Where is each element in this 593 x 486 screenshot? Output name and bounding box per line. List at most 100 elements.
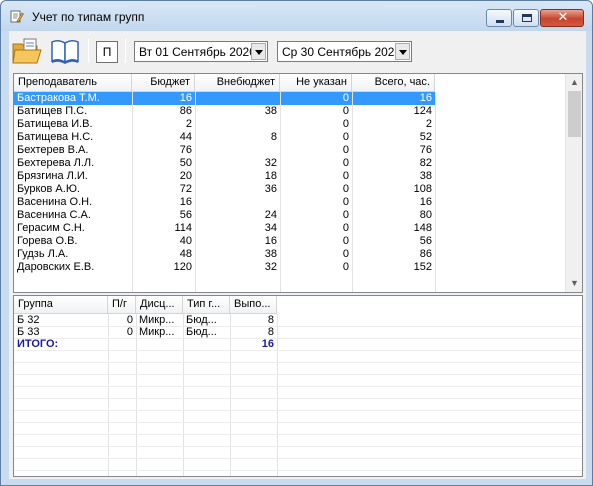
title-bar[interactable]: Учет по типам групп ✕	[1, 1, 592, 31]
groups-table[interactable]: Группа П/г Дисц... Тип г... Выпо... Б 32…	[13, 295, 583, 477]
toolbar: П Вт 01 Сентябрь 2020 Ср 30 Сентябрь 202…	[9, 31, 586, 71]
column-header-unspecified[interactable]: Не указан	[280, 74, 352, 92]
column-header-subgroup[interactable]: П/г	[108, 296, 136, 314]
column-header-group-type[interactable]: Тип г...	[183, 296, 230, 314]
scroll-up-icon[interactable]: ▲	[566, 74, 583, 91]
table-row[interactable]: Батищев П.С. 86 38 0 124	[14, 105, 435, 118]
table-row[interactable]: Батищева И.В. 2 0 2	[14, 118, 435, 131]
table-row[interactable]: Батищева Н.С. 44 8 0 52	[14, 131, 435, 144]
teacher-name: Васенина О.Н.	[17, 196, 93, 208]
offbudget-value	[195, 92, 280, 105]
table-row[interactable]: Герасим С.Н. 114 34 0 148	[14, 222, 435, 235]
teachers-scrollbar[interactable]: ▲ ▼	[565, 74, 582, 292]
scroll-down-icon[interactable]: ▼	[566, 275, 583, 292]
budget-value: 76	[179, 144, 192, 156]
date-from-select[interactable]: Вт 01 Сентябрь 2020	[134, 41, 268, 62]
grid-line	[14, 410, 582, 411]
book-icon[interactable]	[49, 36, 81, 66]
budget-value: 48	[179, 248, 192, 260]
toolbar-separator	[88, 39, 89, 63]
unspecified-value: 0	[342, 196, 349, 208]
unspecified-value: 0	[342, 209, 349, 221]
total-hours-value: 76	[419, 144, 432, 156]
close-button[interactable]: ✕	[540, 9, 584, 27]
column-header-budget[interactable]: Бюджет	[132, 74, 195, 92]
chevron-down-icon[interactable]	[251, 43, 266, 60]
column-header-completed[interactable]: Выпо...	[230, 296, 277, 314]
teacher-name: Бурков А.Ю.	[17, 183, 80, 195]
teacher-name: Бастракова Т.М.	[14, 92, 132, 105]
table-row[interactable]: Горева О.В. 40 16 0 56	[14, 235, 435, 248]
total-hours-value: 56	[419, 235, 432, 247]
teacher-name: Герасим С.Н.	[17, 222, 85, 234]
column-header-teacher[interactable]: Преподаватель	[14, 74, 132, 92]
grid-line	[14, 458, 582, 459]
offbudget-value: 16	[264, 235, 277, 247]
table-row[interactable]: Васенина С.А. 56 24 0 80	[14, 209, 435, 222]
budget-value: 16	[179, 196, 192, 208]
unspecified-value: 0	[342, 248, 349, 260]
total-hours-value: 82	[419, 157, 432, 169]
column-header-offbudget[interactable]: Внебюджет	[195, 74, 280, 92]
column-header-total-hours[interactable]: Всего, час.	[352, 74, 435, 92]
teacher-name: Бехтерев В.А.	[17, 144, 89, 156]
offbudget-value	[195, 144, 280, 157]
teachers-table[interactable]: Преподаватель Бюджет Внебюджет Не указан…	[13, 73, 583, 293]
date-from-value: Вт 01 Сентябрь 2020	[139, 45, 256, 59]
unspecified-value: 0	[342, 157, 349, 169]
budget-value: 86	[179, 105, 192, 117]
scroll-thumb[interactable]	[568, 91, 581, 137]
unspecified-value: 0	[342, 144, 349, 156]
column-header-discipline[interactable]: Дисц...	[136, 296, 183, 314]
table-row[interactable]: Бурков А.Ю. 72 36 0 108	[14, 183, 435, 196]
teacher-name: Васенина С.А.	[17, 209, 91, 221]
budget-value: 20	[179, 170, 192, 182]
grid-line	[14, 434, 582, 435]
table-row[interactable]: Васенина О.Н. 16 0 16	[14, 196, 435, 209]
budget-value: 16	[132, 92, 195, 105]
unspecified-value: 0	[342, 118, 349, 130]
total-hours-value: 108	[413, 183, 432, 195]
budget-value: 56	[179, 209, 192, 221]
table-row[interactable]: Бастракова Т.М. 16 0 16	[14, 92, 435, 105]
unspecified-value: 0	[342, 261, 349, 273]
offbudget-value: 38	[264, 105, 277, 117]
budget-value: 2	[185, 118, 192, 130]
grid-line	[352, 92, 353, 292]
unspecified-value: 0	[342, 222, 349, 234]
minimize-button[interactable]	[486, 9, 512, 27]
date-to-select[interactable]: Ср 30 Сентябрь 2020	[277, 41, 412, 62]
offbudget-value	[195, 196, 280, 209]
total-hours-value: 16	[352, 92, 435, 105]
offbudget-value: 8	[270, 131, 277, 143]
unspecified-value: 0	[342, 183, 349, 195]
folder-open-icon[interactable]	[11, 36, 43, 66]
unspecified-value: 0	[342, 235, 349, 247]
budget-value: 120	[173, 261, 192, 273]
teacher-name: Батищева И.В.	[17, 118, 93, 130]
total-hours-value: 2	[425, 118, 432, 130]
grid-line	[435, 92, 436, 292]
table-row[interactable]: Брязгина Л.И. 20 18 0 38	[14, 170, 435, 183]
grid-line	[14, 470, 582, 471]
total-hours-value: 38	[419, 170, 432, 182]
column-header-group[interactable]: Группа	[14, 296, 108, 314]
table-row[interactable]: Даровских Е.В. 120 32 0 152	[14, 261, 435, 274]
maximize-button[interactable]	[513, 9, 539, 27]
p-toggle-button[interactable]: П	[96, 41, 118, 63]
window-title: Учет по типам групп	[32, 10, 145, 24]
unspecified-value: 0	[342, 170, 349, 182]
teacher-name: Брязгина Л.И.	[17, 170, 88, 182]
total-hours-value: 152	[413, 261, 432, 273]
teacher-name: Горева О.В.	[17, 235, 78, 247]
offbudget-value: 18	[264, 170, 277, 182]
offbudget-value	[195, 118, 280, 131]
table-row[interactable]: Бехтерева Л.Л. 50 32 0 82	[14, 157, 435, 170]
chevron-down-icon[interactable]	[395, 43, 410, 60]
table-row[interactable]: Бехтерев В.А. 76 0 76	[14, 144, 435, 157]
grid-line	[14, 374, 582, 375]
table-row[interactable]: Гудзь Л.А. 48 38 0 86	[14, 248, 435, 261]
minimize-icon	[496, 20, 504, 23]
grid-line	[195, 92, 196, 292]
edit-document-icon	[10, 10, 24, 23]
